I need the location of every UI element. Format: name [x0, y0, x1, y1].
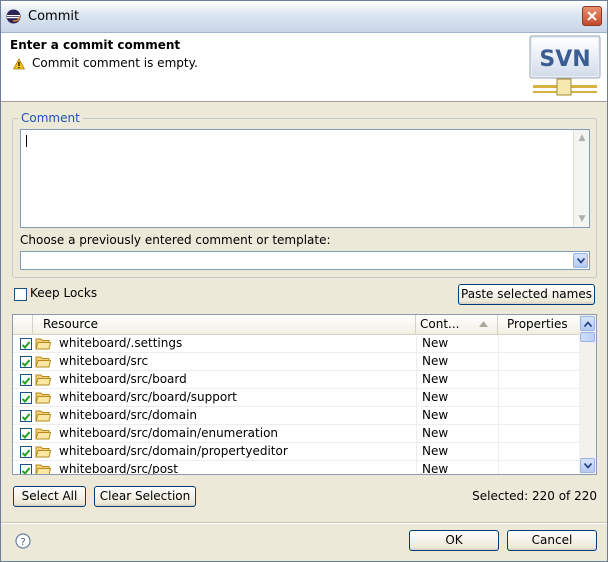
checkmark-icon — [21, 431, 31, 439]
text-caret — [26, 135, 27, 147]
comment-textarea[interactable]: ▲ ▼ — [20, 129, 590, 228]
table-row[interactable]: whiteboard/src/domain/propertyeditor New — [13, 443, 580, 461]
svn-logo-text: SVN — [539, 47, 590, 72]
dialog-banner: Enter a commit comment Commit comment is… — [1, 33, 607, 102]
row-checkbox[interactable] — [20, 374, 32, 386]
folder-icon — [35, 374, 51, 386]
ok-button[interactable]: OK — [409, 530, 499, 551]
row-checkbox[interactable] — [20, 464, 32, 474]
window-title: Commit — [28, 9, 80, 24]
resource-path: whiteboard/src/board/support — [59, 390, 237, 404]
package-folder-icon — [35, 356, 51, 368]
resource-path: whiteboard/src/domain — [59, 408, 198, 422]
selection-summary: Selected: 220 of 220 — [472, 489, 597, 503]
commit-dialog: Commit Enter a commit comment Commit com… — [0, 0, 608, 562]
content-status: New — [422, 354, 449, 368]
header-content-label: Cont... — [420, 317, 460, 331]
template-label: Choose a previously entered comment or t… — [20, 233, 331, 247]
content-status: New — [422, 390, 449, 404]
resource-table: Resource Cont... Properties whiteboard/.… — [12, 314, 597, 475]
row-checkbox[interactable] — [20, 428, 32, 440]
resource-path: whiteboard/src/post — [59, 462, 179, 475]
content-status: New — [422, 444, 449, 458]
table-scrollbar[interactable] — [579, 315, 596, 474]
banner-title: Enter a commit comment — [10, 38, 181, 52]
title-bar[interactable]: Commit — [1, 1, 607, 33]
template-combo[interactable] — [20, 251, 590, 270]
table-row[interactable]: whiteboard/src/board/support New — [13, 389, 580, 407]
sort-ascending-icon — [479, 321, 488, 327]
checkmark-icon — [21, 467, 31, 474]
header-resource[interactable]: Resource — [33, 315, 416, 334]
scroll-down-icon[interactable]: ▼ — [575, 212, 589, 226]
resource-path: whiteboard/src — [59, 354, 149, 368]
eclipse-icon — [6, 9, 21, 24]
header-content[interactable]: Cont... — [416, 315, 498, 334]
content-status: New — [422, 462, 449, 475]
row-checkbox[interactable] — [20, 392, 32, 404]
warning-icon — [13, 58, 25, 70]
row-checkbox[interactable] — [20, 338, 32, 350]
checkmark-icon — [21, 359, 31, 367]
package-folder-icon — [35, 464, 51, 474]
content-status: New — [422, 372, 449, 386]
comment-group-label: Comment — [18, 111, 83, 125]
footer-divider — [1, 522, 607, 524]
scroll-thumb[interactable] — [580, 332, 595, 342]
scroll-up-icon[interactable]: ▲ — [575, 131, 589, 145]
header-checkbox-col — [13, 315, 33, 334]
content-status: New — [422, 336, 449, 350]
keep-locks-checkbox[interactable] — [14, 288, 27, 301]
resource-path: whiteboard/.settings — [59, 336, 183, 350]
table-row[interactable]: whiteboard/src/post New — [13, 461, 580, 475]
checkmark-icon — [21, 395, 31, 403]
checkmark-icon — [21, 449, 31, 457]
table-row[interactable]: whiteboard/src New — [13, 353, 580, 371]
row-checkbox[interactable] — [20, 446, 32, 458]
row-checkbox[interactable] — [20, 356, 32, 368]
scroll-down-button[interactable] — [580, 458, 595, 473]
svg-text:?: ? — [20, 537, 25, 548]
chevron-up-icon — [584, 321, 592, 327]
table-row[interactable]: whiteboard/.settings New — [13, 335, 580, 353]
chevron-down-icon — [584, 463, 592, 469]
keep-locks-label: Keep Locks — [30, 286, 98, 300]
svn-logo: SVN — [529, 35, 601, 96]
table-body: whiteboard/.settings New whiteboard/src … — [13, 335, 580, 475]
resource-path: whiteboard/src/board — [59, 372, 187, 386]
help-icon[interactable]: ? — [15, 533, 31, 549]
comment-scrollbar[interactable]: ▲ ▼ — [573, 130, 589, 227]
banner-message: Commit comment is empty. — [32, 56, 198, 70]
folder-icon — [35, 338, 51, 350]
header-properties[interactable]: Properties — [498, 315, 580, 334]
table-row[interactable]: whiteboard/src/board New — [13, 371, 580, 389]
select-all-button[interactable]: Select All — [13, 486, 86, 507]
row-checkbox[interactable] — [20, 410, 32, 422]
table-header: Resource Cont... Properties — [13, 315, 580, 335]
table-row[interactable]: whiteboard/src/domain/enumeration New — [13, 425, 580, 443]
scroll-up-button[interactable] — [580, 316, 595, 331]
content-status: New — [422, 426, 449, 440]
table-row[interactable]: whiteboard/src/domain New — [13, 407, 580, 425]
checkmark-icon — [21, 341, 31, 349]
folder-icon — [35, 446, 51, 458]
content-status: New — [422, 408, 449, 422]
checkmark-icon — [21, 377, 31, 385]
combo-dropdown-button[interactable] — [573, 253, 588, 268]
folder-icon — [35, 392, 51, 404]
close-button[interactable] — [582, 6, 602, 26]
close-icon — [587, 11, 597, 21]
checkmark-icon — [21, 413, 31, 421]
folder-icon — [35, 410, 51, 422]
folder-icon — [35, 428, 51, 440]
chevron-down-icon — [577, 258, 585, 264]
resource-path: whiteboard/src/domain/propertyeditor — [59, 444, 288, 458]
cancel-button[interactable]: Cancel — [507, 530, 597, 551]
paste-selected-names-button[interactable]: Paste selected names — [458, 284, 595, 305]
resource-path: whiteboard/src/domain/enumeration — [59, 426, 279, 440]
clear-selection-button[interactable]: Clear Selection — [94, 486, 196, 507]
